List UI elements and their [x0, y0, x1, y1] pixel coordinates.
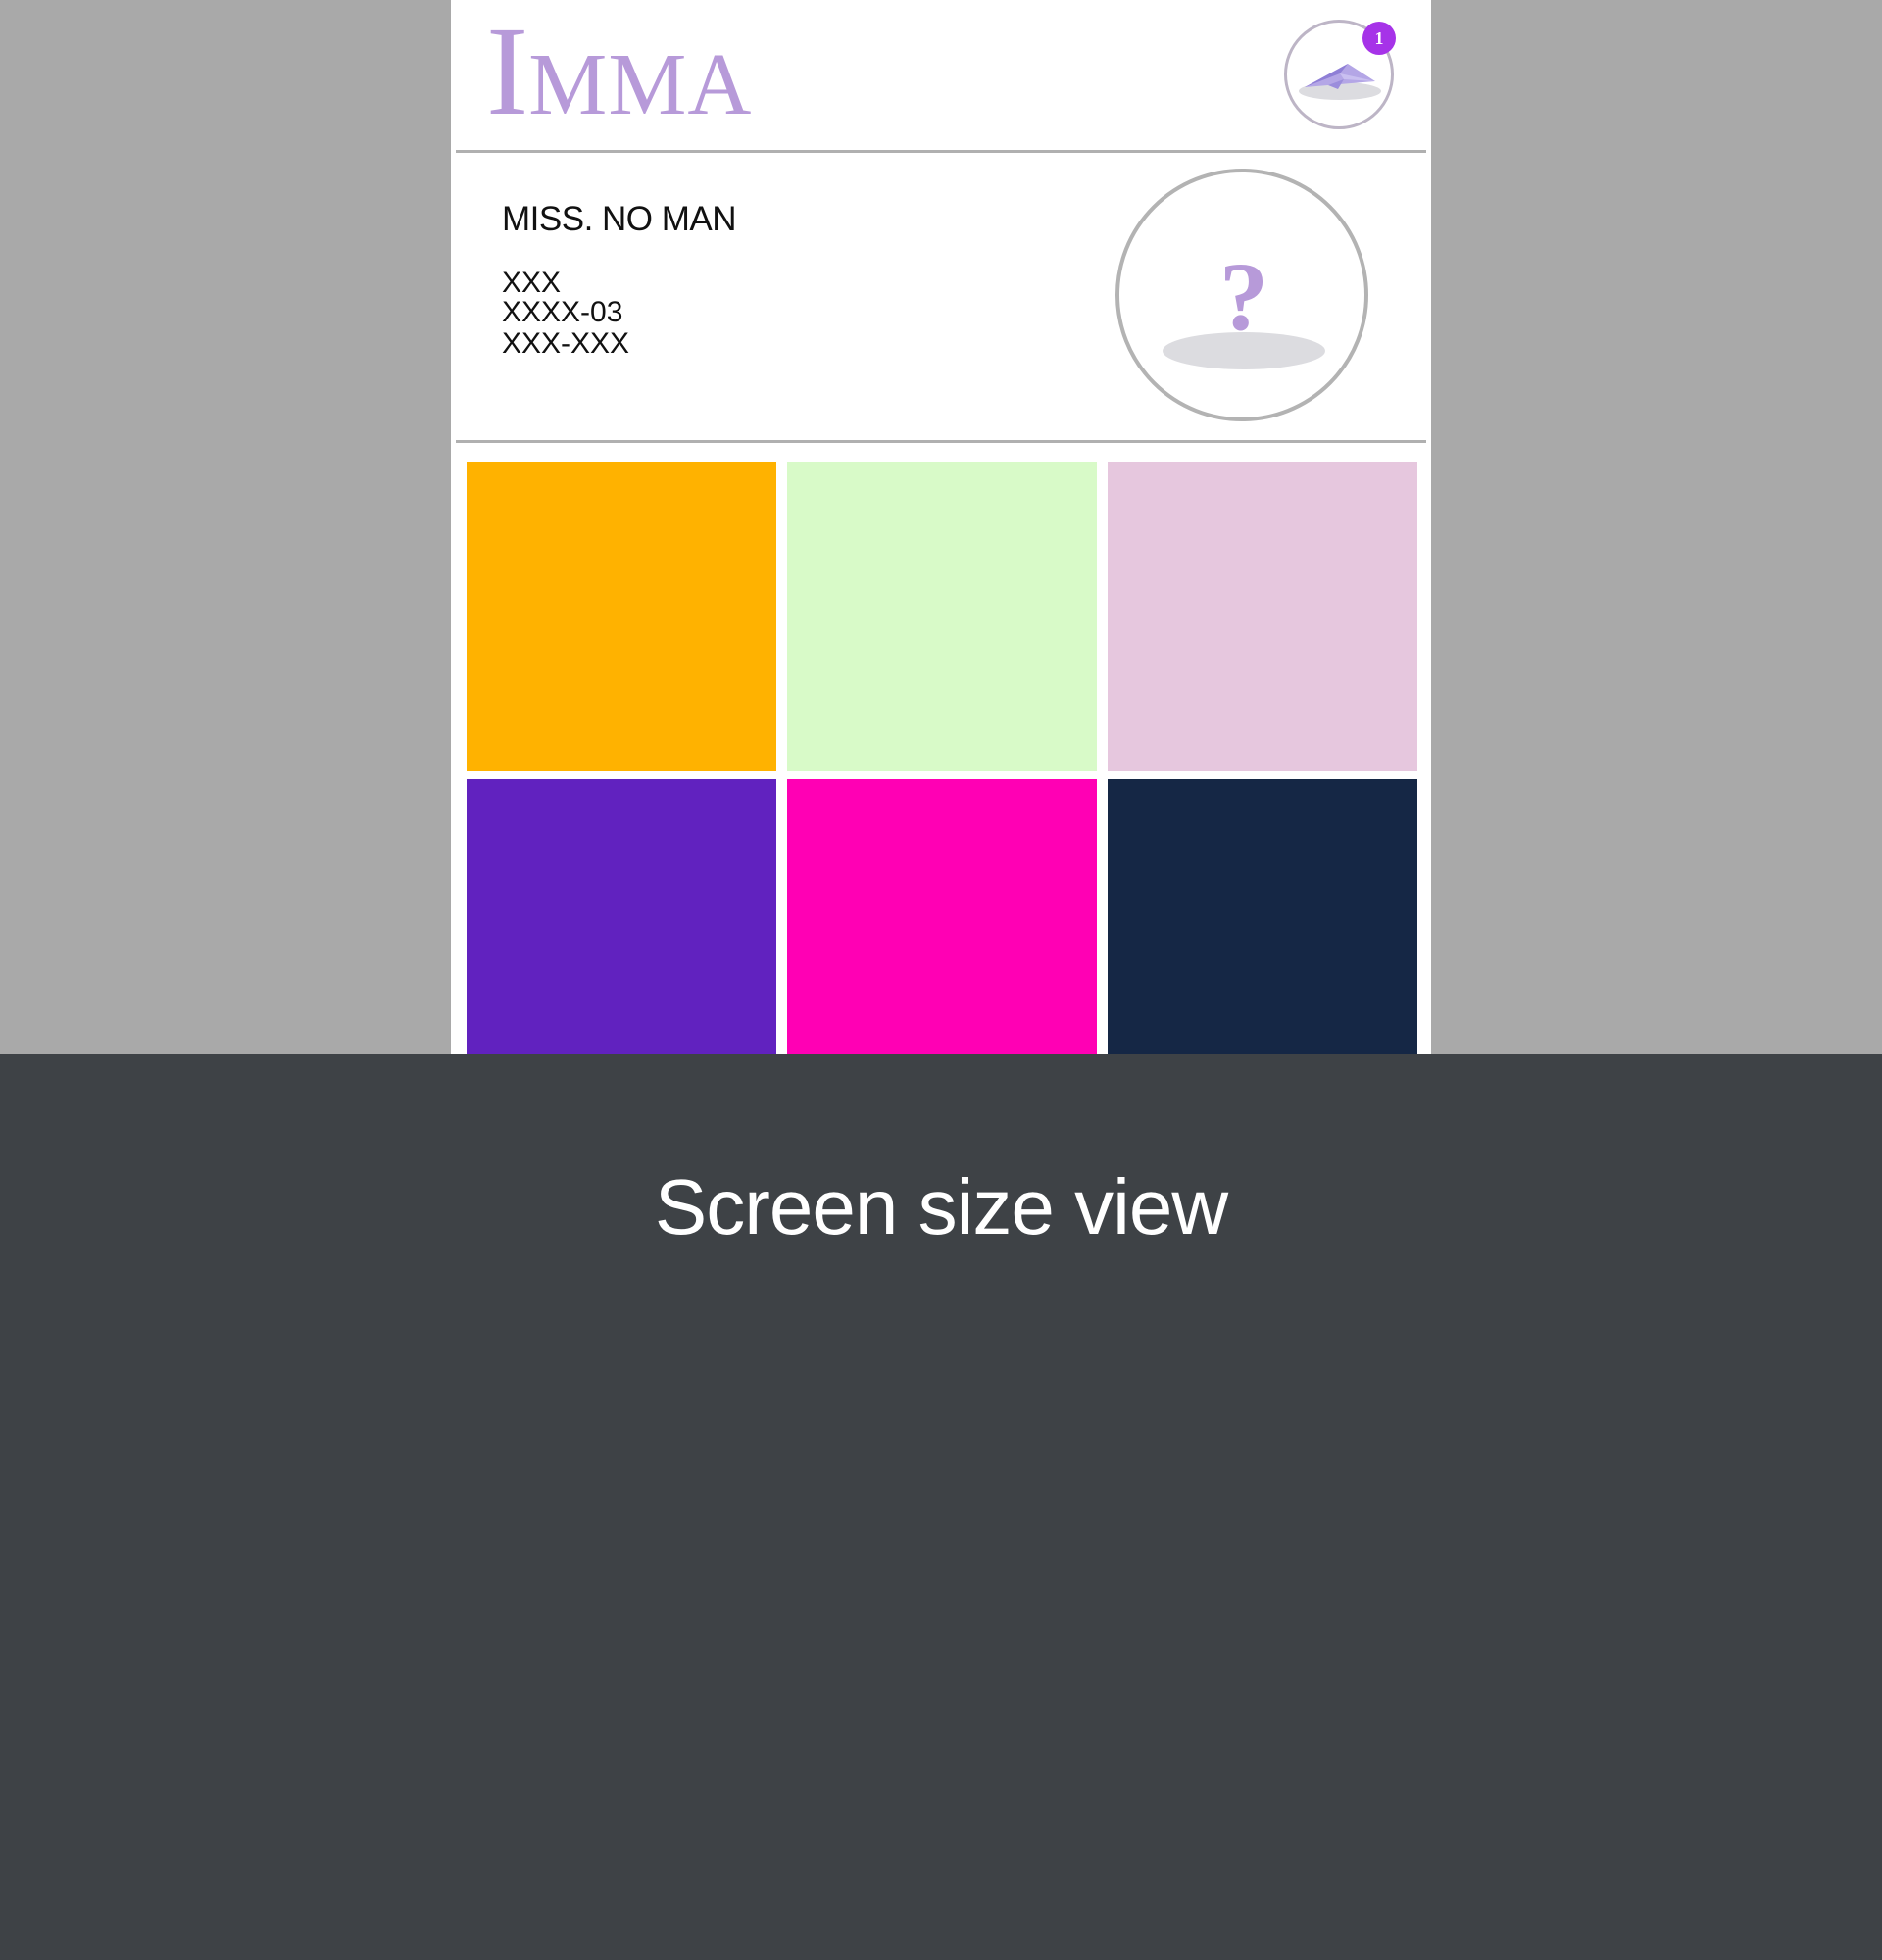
notification-badge: 1 — [1362, 22, 1396, 55]
avatar[interactable]: ? — [1115, 169, 1368, 421]
logo-rest: MMA — [528, 36, 753, 133]
avatar-glyph: ? — [1219, 242, 1268, 351]
color-tile-navy[interactable] — [1108, 779, 1417, 1054]
color-tile-magenta[interactable] — [787, 779, 1097, 1054]
color-tile-pink[interactable] — [1108, 462, 1417, 771]
profile-line-1: XXX — [502, 267, 562, 299]
header-divider — [456, 150, 1426, 153]
color-tile-orange[interactable] — [467, 462, 776, 771]
screen-size-panel: Screen size view — [0, 1054, 1882, 1960]
profile-line-3: XXX-XXX — [502, 327, 630, 360]
preview-backdrop: IMMA 1 MISS. NO MAN XXX XXXX-03 XXX-XXX — [0, 0, 1882, 1054]
profile-divider — [456, 440, 1426, 443]
question-mark-icon: ? — [1163, 242, 1325, 369]
imma-logo[interactable]: IMMA — [486, 8, 752, 135]
paper-plane-icon — [1299, 64, 1381, 100]
profile-line-2: XXXX-03 — [502, 296, 623, 328]
screen-size-view-label: Screen size view — [654, 1163, 1228, 1250]
color-tile-purple[interactable] — [467, 779, 776, 1054]
color-tile-mint[interactable] — [787, 462, 1097, 771]
logo-initial: I — [486, 1, 529, 142]
app-header: IMMA 1 — [451, 0, 1431, 151]
phone-screen: IMMA 1 MISS. NO MAN XXX XXXX-03 XXX-XXX — [451, 0, 1431, 1054]
profile-name: MISS. NO MAN — [502, 200, 737, 238]
